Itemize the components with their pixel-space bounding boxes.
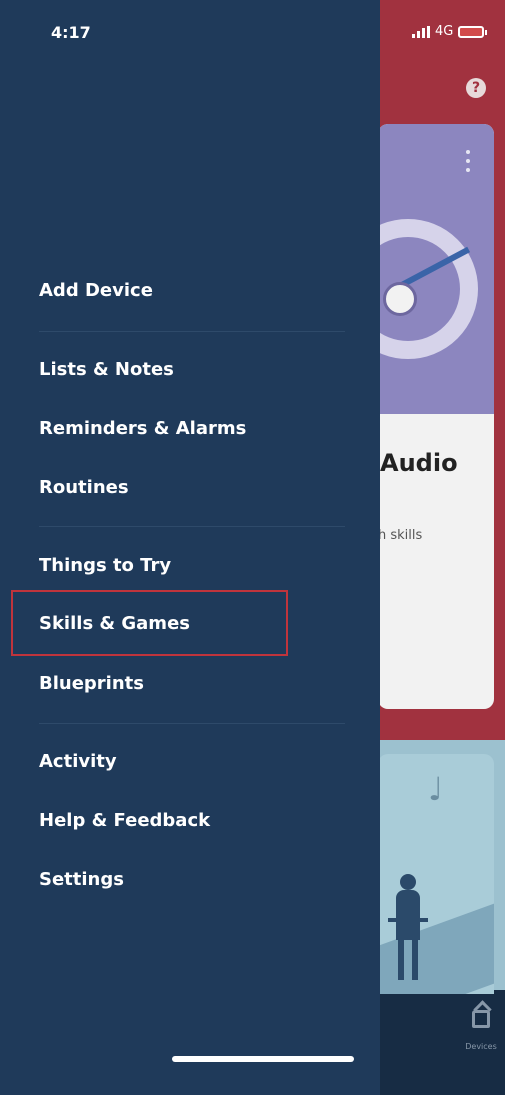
devices-tab[interactable]: Devices — [460, 1010, 502, 1051]
menu-item-blueprints[interactable]: Blueprints — [39, 673, 144, 694]
selection-highlight — [11, 590, 288, 656]
devices-tab-label: Devices — [465, 1042, 497, 1051]
battery-icon — [458, 25, 488, 38]
feature-card[interactable]: Audio h skills — [378, 124, 494, 709]
navigation-drawer: Add Device Lists & Notes Reminders & Ala… — [0, 0, 380, 1095]
card-subtitle: h skills — [378, 528, 423, 543]
signal-icon — [412, 25, 430, 38]
status-time: 4:17 — [51, 23, 91, 42]
menu-item-lists-notes[interactable]: Lists & Notes — [39, 359, 174, 380]
network-type: 4G — [435, 24, 454, 39]
help-icon[interactable]: ? — [466, 78, 486, 98]
music-note-icon: ♩ — [428, 770, 444, 808]
menu-item-help-feedback[interactable]: Help & Feedback — [39, 810, 210, 831]
home-devices-icon — [472, 1010, 490, 1028]
menu-item-activity[interactable]: Activity — [39, 751, 117, 772]
menu-item-reminders-alarms[interactable]: Reminders & Alarms — [39, 418, 246, 439]
divider — [39, 331, 345, 332]
secondary-card[interactable]: ♩ — [378, 754, 494, 994]
person-illustration — [388, 874, 428, 994]
divider — [39, 526, 345, 527]
more-options-icon[interactable] — [466, 150, 470, 177]
menu-item-add-device[interactable]: Add Device — [39, 280, 153, 301]
divider — [39, 723, 345, 724]
status-indicators: 4G — [412, 24, 488, 39]
menu-item-settings[interactable]: Settings — [39, 869, 124, 890]
card-title: Audio — [380, 449, 458, 477]
home-indicator[interactable] — [172, 1056, 354, 1062]
card-illustration — [378, 124, 494, 414]
app-screen: ? Audio h skills ♩ Devices Add Device Li… — [0, 0, 505, 1095]
menu-item-routines[interactable]: Routines — [39, 477, 129, 498]
menu-item-things-to-try[interactable]: Things to Try — [39, 555, 171, 576]
